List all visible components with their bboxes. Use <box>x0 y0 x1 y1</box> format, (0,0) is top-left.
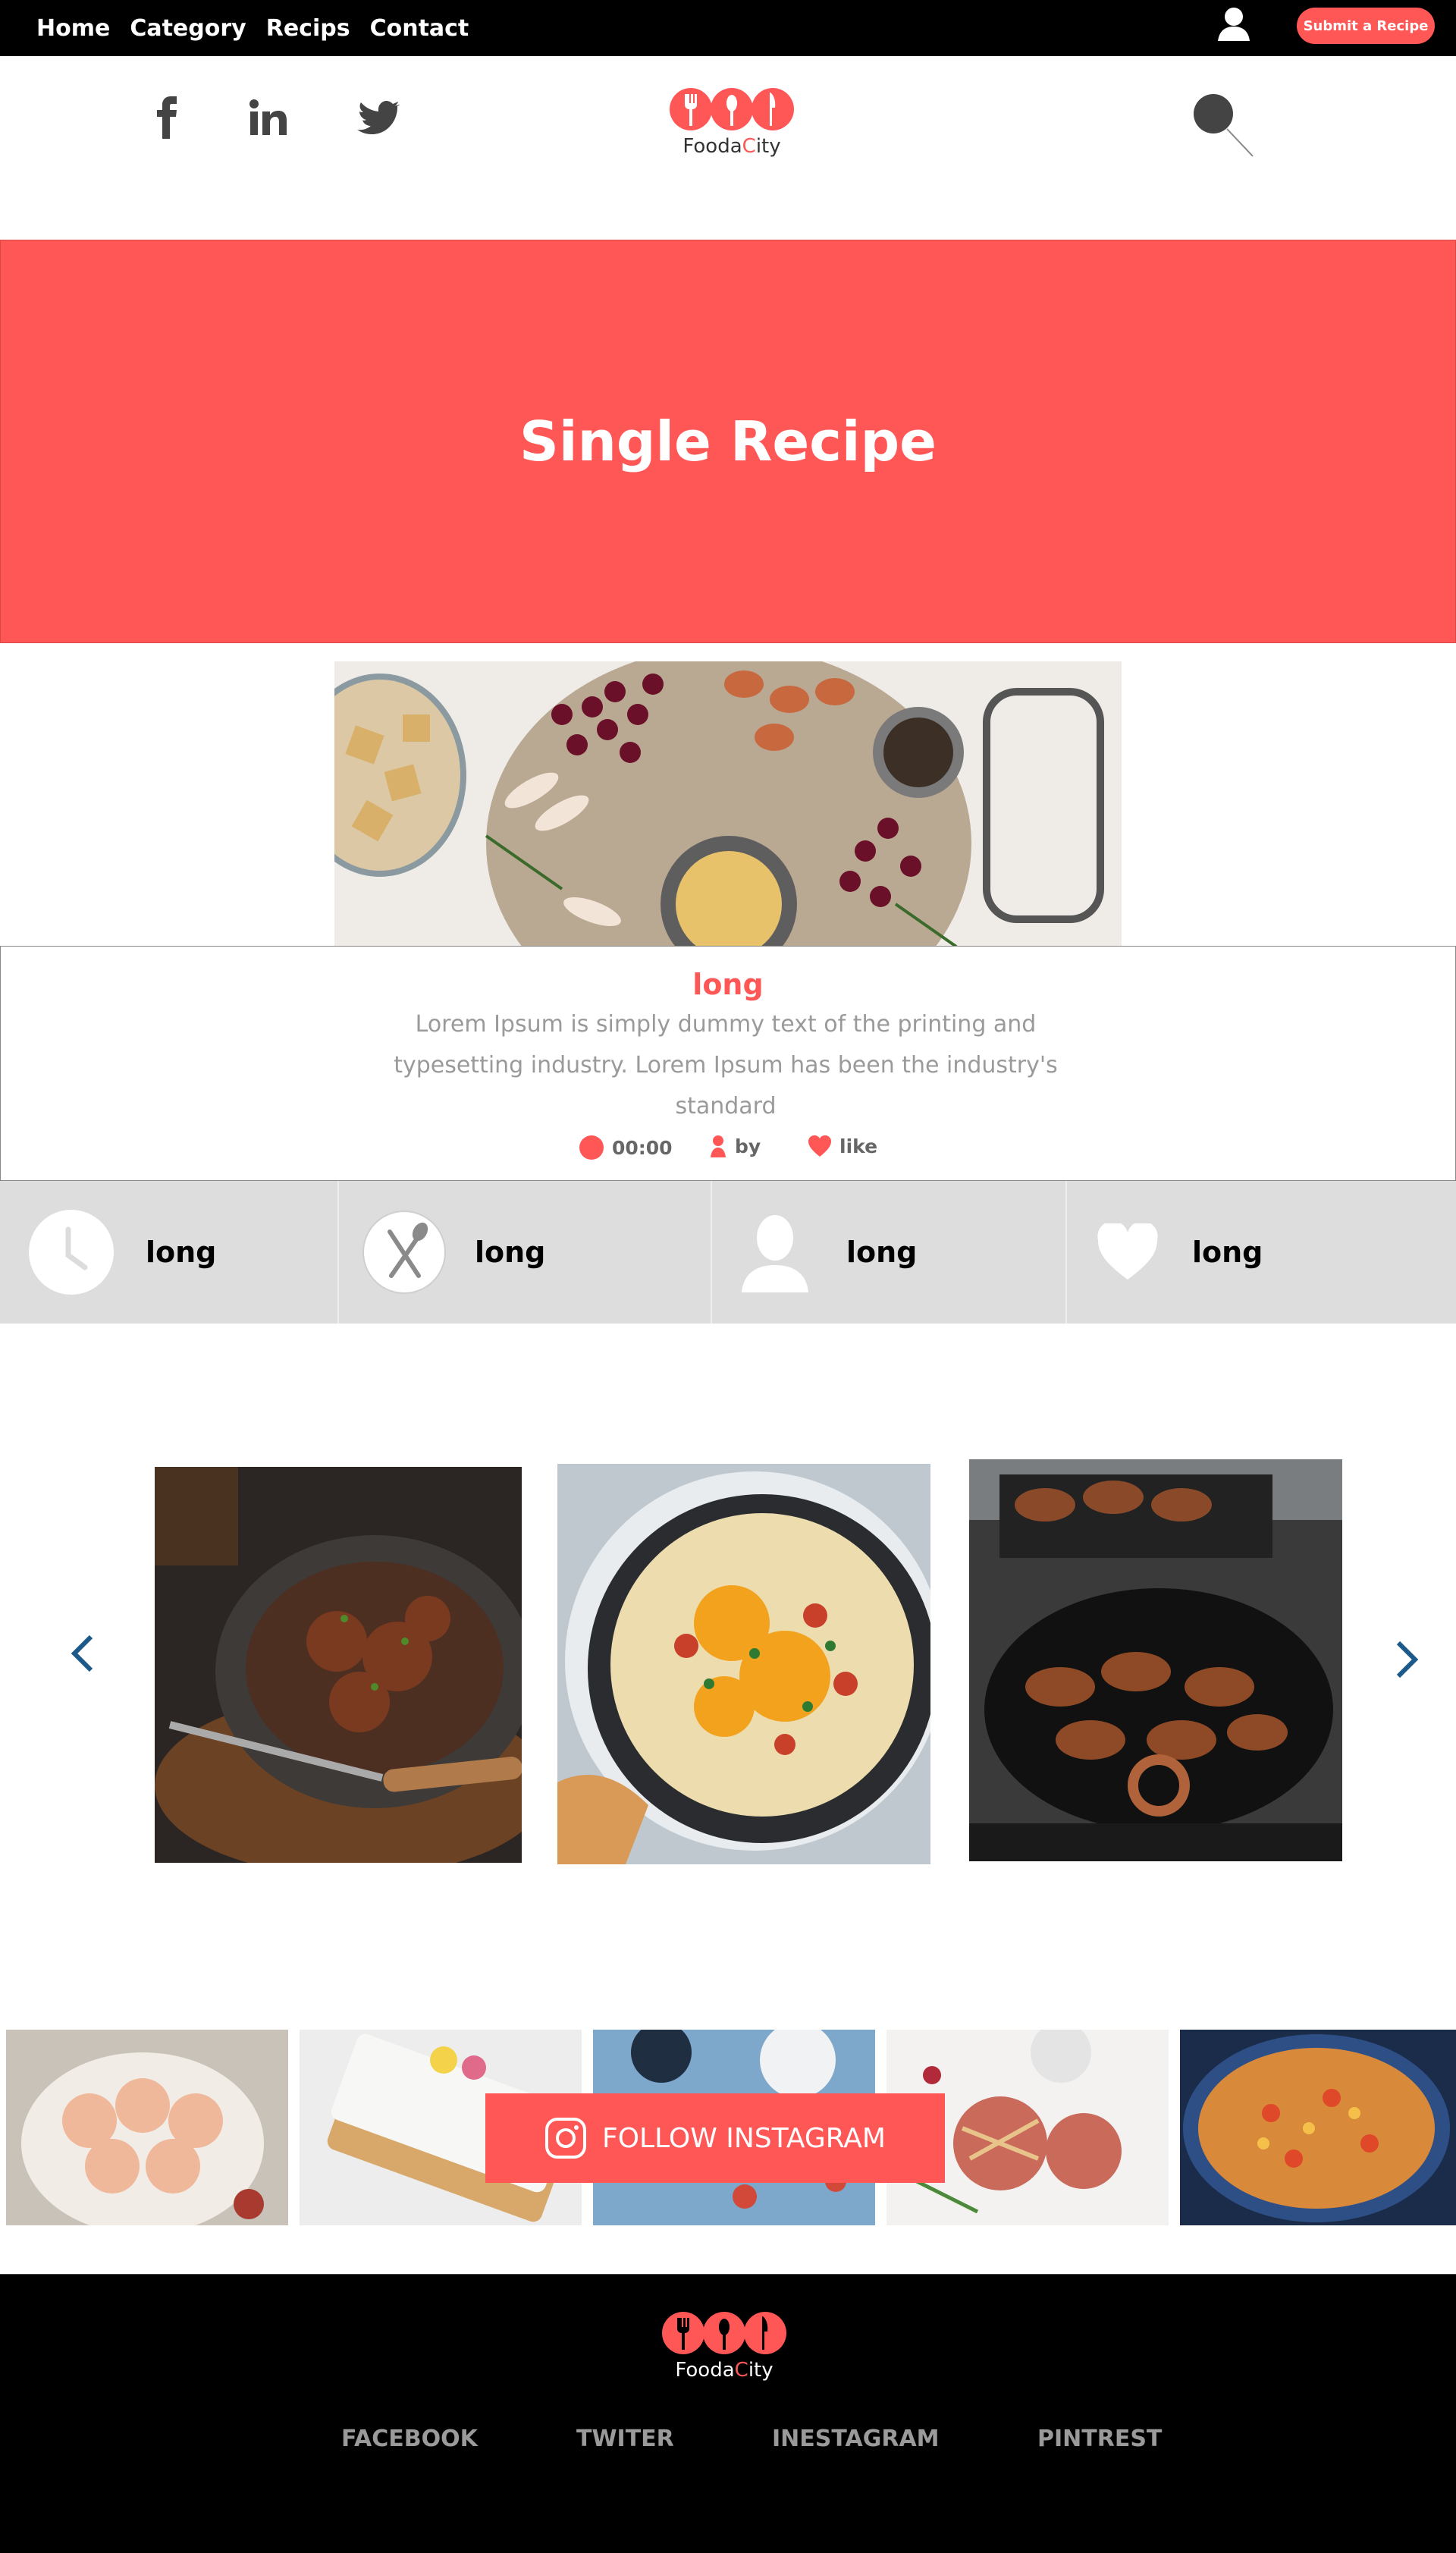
carousel-slide[interactable] <box>969 1459 1342 1861</box>
instagram-photo[interactable] <box>6 2030 288 2225</box>
stat-likes-label: long <box>1192 1236 1263 1269</box>
footer-link-instagram[interactable]: INESTAGRAM <box>772 2426 940 2452</box>
meta-likes-text: like <box>839 1135 878 1157</box>
recipe-stats: long long long long <box>0 1181 1456 1324</box>
recipe-title: long <box>692 968 764 1001</box>
nav-links: Home Category Recips Contact <box>36 0 469 56</box>
meta-author-text: by <box>735 1135 761 1157</box>
linkedin-icon[interactable] <box>247 94 290 141</box>
like-heart-icon <box>808 1135 832 1157</box>
stat-author-label: long <box>846 1236 918 1269</box>
page-title: Single Recipe <box>519 410 937 473</box>
meta-time-text: 00:00 <box>612 1136 673 1159</box>
recipe-info: long Lorem Ipsum is simply dummy text of… <box>0 946 1456 1181</box>
meta-author: by <box>709 1135 761 1157</box>
carousel-slide[interactable] <box>557 1464 930 1864</box>
submit-recipe-button[interactable]: Submit a Recipe <box>1297 8 1435 44</box>
meta-likes[interactable]: like <box>808 1135 877 1157</box>
user-icon <box>742 1215 808 1292</box>
stat-likes: long <box>1097 1181 1263 1324</box>
meta-time: 00:00 <box>579 1135 673 1160</box>
instagram-photo[interactable] <box>1180 2030 1456 2225</box>
search-icon[interactable] <box>1192 93 1254 158</box>
follow-instagram-button[interactable]: FOLLOW INSTAGRAM <box>485 2093 945 2183</box>
recipe-image <box>334 661 1122 947</box>
footer-brand-name: FoodaCity <box>675 2359 774 2382</box>
footer-logo[interactable]: FoodaCity <box>660 2309 789 2382</box>
twitter-icon[interactable] <box>356 94 400 141</box>
stat-author: long <box>737 1181 917 1324</box>
clock-dot-icon <box>579 1135 604 1160</box>
clock-icon <box>29 1210 114 1295</box>
nav-link-home[interactable]: Home <box>36 15 110 42</box>
stat-divider <box>1065 1181 1067 1324</box>
footer-link-facebook[interactable]: FACEBOOK <box>341 2426 478 2452</box>
author-icon <box>711 1135 726 1157</box>
fork-spoon-icon <box>362 1211 446 1294</box>
logo-mark-icon <box>662 2312 786 2354</box>
chevron-left-icon[interactable] <box>67 1632 97 1675</box>
user-icon[interactable] <box>1216 6 1251 42</box>
facebook-icon[interactable] <box>149 94 185 141</box>
instagram-icon <box>545 2118 586 2159</box>
stat-servings: long <box>362 1181 545 1324</box>
recipe-description: Lorem Ipsum is simply dummy text of the … <box>394 1011 1058 1119</box>
heart-icon <box>1097 1223 1158 1280</box>
footer-link-twitter[interactable]: TWITER <box>576 2426 674 2452</box>
nav-link-recips[interactable]: Recips <box>266 15 350 42</box>
follow-instagram-label: FOLLOW INSTAGRAM <box>602 2122 886 2154</box>
brand-name: FoodaCity <box>682 135 781 158</box>
stat-time-label: long <box>146 1236 217 1269</box>
logo-mark-icon <box>670 88 794 130</box>
stat-servings-label: long <box>475 1236 546 1269</box>
hero-banner: Single Recipe <box>0 240 1456 643</box>
carousel-slide[interactable] <box>155 1467 522 1863</box>
nav-link-contact[interactable]: Contact <box>370 15 469 42</box>
chevron-right-icon[interactable] <box>1392 1638 1423 1681</box>
stat-time: long <box>27 1181 216 1324</box>
footer-link-pinterest[interactable]: PINTREST <box>1037 2426 1162 2452</box>
stat-divider <box>337 1181 339 1324</box>
top-navbar: Home Category Recips Contact Submit a Re… <box>0 0 1456 56</box>
stat-divider <box>711 1181 712 1324</box>
brand-logo[interactable]: FoodaCity <box>667 85 796 158</box>
nav-link-category[interactable]: Category <box>130 15 246 42</box>
